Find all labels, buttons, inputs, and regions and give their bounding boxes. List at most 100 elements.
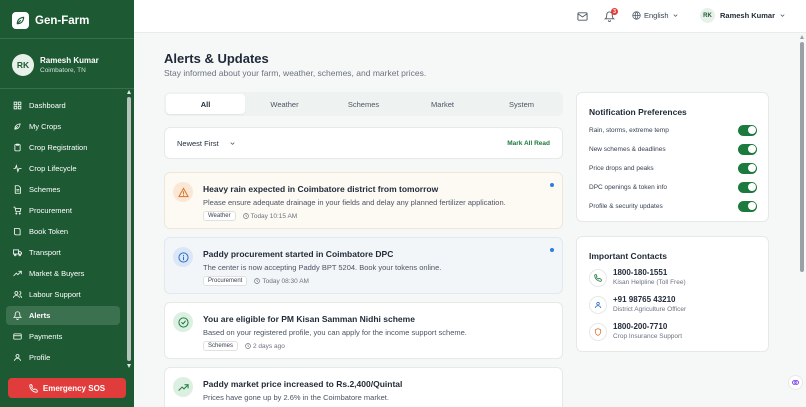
sidebar-item-market-buyers[interactable]: Market & Buyers (6, 264, 120, 283)
clock-icon (245, 343, 251, 349)
sidebar-item-my-crops[interactable]: My Crops (6, 117, 120, 136)
tab-all[interactable]: All (166, 94, 245, 114)
scroll-up-icon[interactable] (800, 35, 804, 39)
contact-item[interactable]: 1800-200-7710 Crop Insurance Support (589, 322, 682, 341)
alert-title: You are eligible for PM Kisan Samman Nid… (203, 314, 415, 324)
sidebar-item-procurement[interactable]: Procurement (6, 201, 120, 220)
pref-row: Price drops and peaks (589, 162, 757, 174)
alert-tag: Schemes (203, 341, 239, 351)
unread-dot (550, 248, 554, 252)
user-location: Coimbatore, TN (40, 66, 86, 74)
mail-icon[interactable] (577, 11, 588, 22)
document-icon (13, 185, 22, 194)
sort-select[interactable]: Newest First (177, 139, 236, 148)
sidebar-item-label: Alerts (29, 311, 51, 320)
alert-card-schemes[interactable]: You are eligible for PM Kisan Samman Nid… (164, 302, 563, 359)
user-name: Ramesh Kumar (40, 55, 99, 65)
alert-title: Paddy procurement started in Coimbatore … (203, 249, 394, 259)
sidebar-item-schemes[interactable]: Schemes (6, 180, 120, 199)
panel-title: Notification Preferences (589, 107, 687, 117)
contact-item[interactable]: +91 98765 43210 District Agriculture Off… (589, 295, 686, 314)
alert-description: The center is now accepting Paddy BPT 52… (203, 263, 442, 272)
alert-title: Paddy market price increased to Rs.2,400… (203, 379, 403, 389)
tab-market[interactable]: Market (403, 94, 482, 114)
sort-value: Newest First (177, 139, 219, 148)
notification-preferences-panel: Notification Preferences Rain, storms, e… (576, 92, 769, 222)
scroll-down-icon[interactable] (127, 364, 131, 368)
book-icon (13, 227, 22, 236)
alert-card-procurement[interactable]: Paddy procurement started in Coimbatore … (164, 237, 563, 294)
contact-text: +91 98765 43210 District Agriculture Off… (613, 295, 686, 314)
activity-icon (13, 164, 22, 173)
sidebar-item-transport[interactable]: Transport (6, 243, 120, 262)
sidebar-item-book-token[interactable]: Book Token (6, 222, 120, 241)
alert-card-weather[interactable]: Heavy rain expected in Coimbatore distri… (164, 172, 563, 229)
emergency-sos-button[interactable]: Emergency SOS (8, 378, 126, 398)
filter-bar: Newest First Mark All Read (164, 127, 563, 159)
sidebar-scrollbar[interactable] (126, 88, 133, 370)
clipboard-icon (13, 143, 22, 152)
pref-toggle[interactable] (738, 162, 757, 174)
sidebar-item-crop-registration[interactable]: Crop Registration (6, 138, 120, 157)
alert-description: Based on your registered profile, you ca… (203, 328, 467, 337)
divider (0, 38, 134, 39)
contact-label: District Agriculture Officer (613, 306, 687, 313)
tab-system[interactable]: System (482, 94, 561, 114)
sidebar-item-dashboard[interactable]: Dashboard (6, 96, 120, 115)
sidebar-item-label: My Crops (29, 122, 62, 131)
phone-icon (29, 383, 38, 393)
pref-toggle[interactable] (738, 143, 757, 155)
leaf-logo-icon (12, 12, 29, 29)
mark-all-read-button[interactable]: Mark All Read (507, 140, 550, 147)
sidebar-nav: Dashboard My Crops Crop Registration Cro… (6, 96, 120, 369)
tab-weather[interactable]: Weather (245, 94, 324, 114)
alert-card-market[interactable]: Paddy market price increased to Rs.2,400… (164, 367, 563, 407)
alert-description: Please ensure adequate drainage in your … (203, 198, 506, 207)
shield-icon (589, 322, 607, 341)
scroll-up-icon[interactable] (127, 90, 131, 94)
pref-row: DPC openings & token info (589, 181, 757, 193)
info-icon (173, 247, 193, 267)
pref-label: Rain, storms, extreme temp (589, 126, 669, 134)
trend-icon (13, 269, 22, 278)
sidebar-item-crop-lifecycle[interactable]: Crop Lifecycle (6, 159, 120, 178)
trend-up-icon (173, 377, 193, 397)
notification-badge: 3 (611, 8, 618, 15)
page-subtitle: Stay informed about your farm, weather, … (164, 68, 427, 78)
pref-row: New schemes & deadlines (589, 143, 757, 155)
sidebar-item-label: Transport (29, 248, 61, 257)
sidebar-item-labour-support[interactable]: Labour Support (6, 285, 120, 304)
sidebar-item-profile[interactable]: Profile (6, 348, 120, 367)
alert-time-text: Today 08:30 AM (262, 277, 309, 285)
contact-item[interactable]: 1800-180-1551 Kisan Helpline (Toll Free) (589, 268, 686, 287)
user-menu-name: Ramesh Kumar (720, 11, 776, 20)
chevron-down-icon (780, 14, 785, 17)
user-menu[interactable]: RK Ramesh Kumar (700, 8, 786, 23)
contact-number: +91 98765 43210 (613, 295, 676, 304)
sidebar-item-label: Crop Registration (29, 143, 88, 152)
bell-icon (13, 311, 22, 320)
pref-toggle[interactable] (738, 181, 757, 193)
leaf-icon (13, 122, 22, 131)
main-scrollbar[interactable] (799, 33, 806, 407)
scrollbar-thumb[interactable] (127, 97, 131, 361)
contact-number: 1800-200-7710 (613, 322, 668, 331)
notifications-button[interactable]: 3 (604, 8, 618, 22)
pref-toggle[interactable] (738, 200, 757, 212)
sidebar-item-payments[interactable]: Payments (6, 327, 120, 346)
alert-time-text: Today 10:15 AM (250, 212, 298, 220)
sidebar-item-alerts[interactable]: Alerts (6, 306, 120, 325)
avatar: RK (12, 54, 34, 76)
scrollbar-thumb[interactable] (800, 42, 804, 272)
assistant-button[interactable] (788, 375, 803, 390)
language-selector[interactable]: English (632, 11, 679, 20)
check-circle-icon (173, 312, 193, 332)
sidebar-item-label: Market & Buyers (29, 269, 85, 278)
tab-schemes[interactable]: Schemes (324, 94, 403, 114)
pref-toggle[interactable] (738, 124, 757, 136)
sidebar-user[interactable]: RK Ramesh Kumar Coimbatore, TN (12, 54, 99, 76)
alert-description: Prices have gone up by 2.6% in the Coimb… (203, 393, 389, 402)
brand[interactable]: Gen-Farm (12, 12, 89, 29)
alert-title: Heavy rain expected in Coimbatore distri… (203, 184, 439, 194)
truck-icon (13, 248, 22, 257)
